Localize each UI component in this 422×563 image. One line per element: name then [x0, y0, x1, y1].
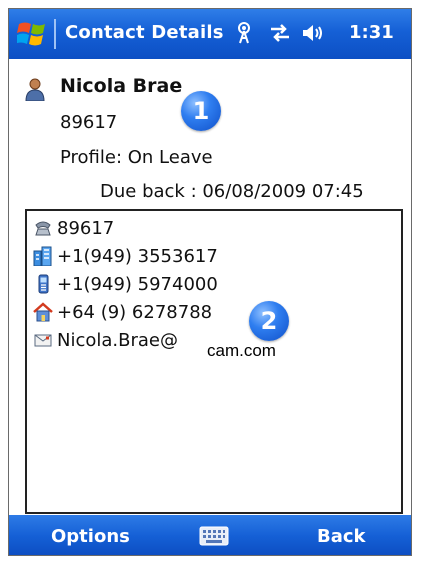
contact-details-list[interactable]: 89617 +1(949) 3553617 +1(949) 5974000 +6…	[25, 209, 403, 514]
detail-text: +1(949) 5974000	[57, 273, 218, 295]
detail-text: 89617	[57, 217, 115, 239]
title-bar: Contact Details 1:31	[9, 9, 411, 59]
speaker-icon[interactable]	[300, 21, 324, 45]
window-title: Contact Details	[65, 22, 224, 43]
list-item[interactable]: Nicola.Brae@	[33, 327, 178, 353]
contact-name: Nicola Brae	[60, 75, 183, 97]
keyboard-icon[interactable]	[199, 526, 229, 546]
callout-badge-1: 1	[181, 91, 221, 131]
contact-person-icon	[25, 78, 45, 101]
email-domain-text: cam.com	[207, 341, 276, 360]
windows-start-icon[interactable]	[17, 20, 47, 48]
title-separator	[54, 19, 56, 49]
detail-text: +1(949) 3553617	[57, 245, 218, 267]
back-button[interactable]: Back	[317, 526, 366, 547]
sync-arrows-icon[interactable]	[268, 21, 292, 45]
clock[interactable]: 1:31	[349, 22, 394, 43]
list-item[interactable]: +64 (9) 6278788	[33, 299, 212, 325]
device-screen: Contact Details 1:31 Nicola Brae 89617 P…	[8, 8, 412, 556]
contact-id: 89617	[60, 112, 118, 133]
phone-handset-icon	[35, 221, 51, 236]
office-building-icon	[33, 246, 52, 266]
list-item[interactable]: 89617	[33, 215, 114, 241]
detail-text: +64 (9) 6278788	[57, 301, 213, 323]
list-item[interactable]: +1(949) 5974000	[33, 271, 218, 297]
detail-text: Nicola.Brae@	[57, 329, 178, 351]
email-envelope-icon	[34, 334, 52, 347]
list-item[interactable]: +1(949) 3553617	[33, 243, 218, 269]
home-icon	[33, 302, 53, 322]
soft-key-bar: Options Back	[9, 515, 411, 555]
options-button[interactable]: Options	[51, 526, 130, 547]
callout-badge-2: 2	[249, 301, 289, 341]
profile-status: Profile: On Leave	[60, 147, 213, 168]
signal-antenna-icon[interactable]	[232, 21, 256, 45]
due-back: Due back : 06/08/2009 07:45	[100, 181, 364, 202]
mobile-phone-icon	[38, 274, 49, 294]
